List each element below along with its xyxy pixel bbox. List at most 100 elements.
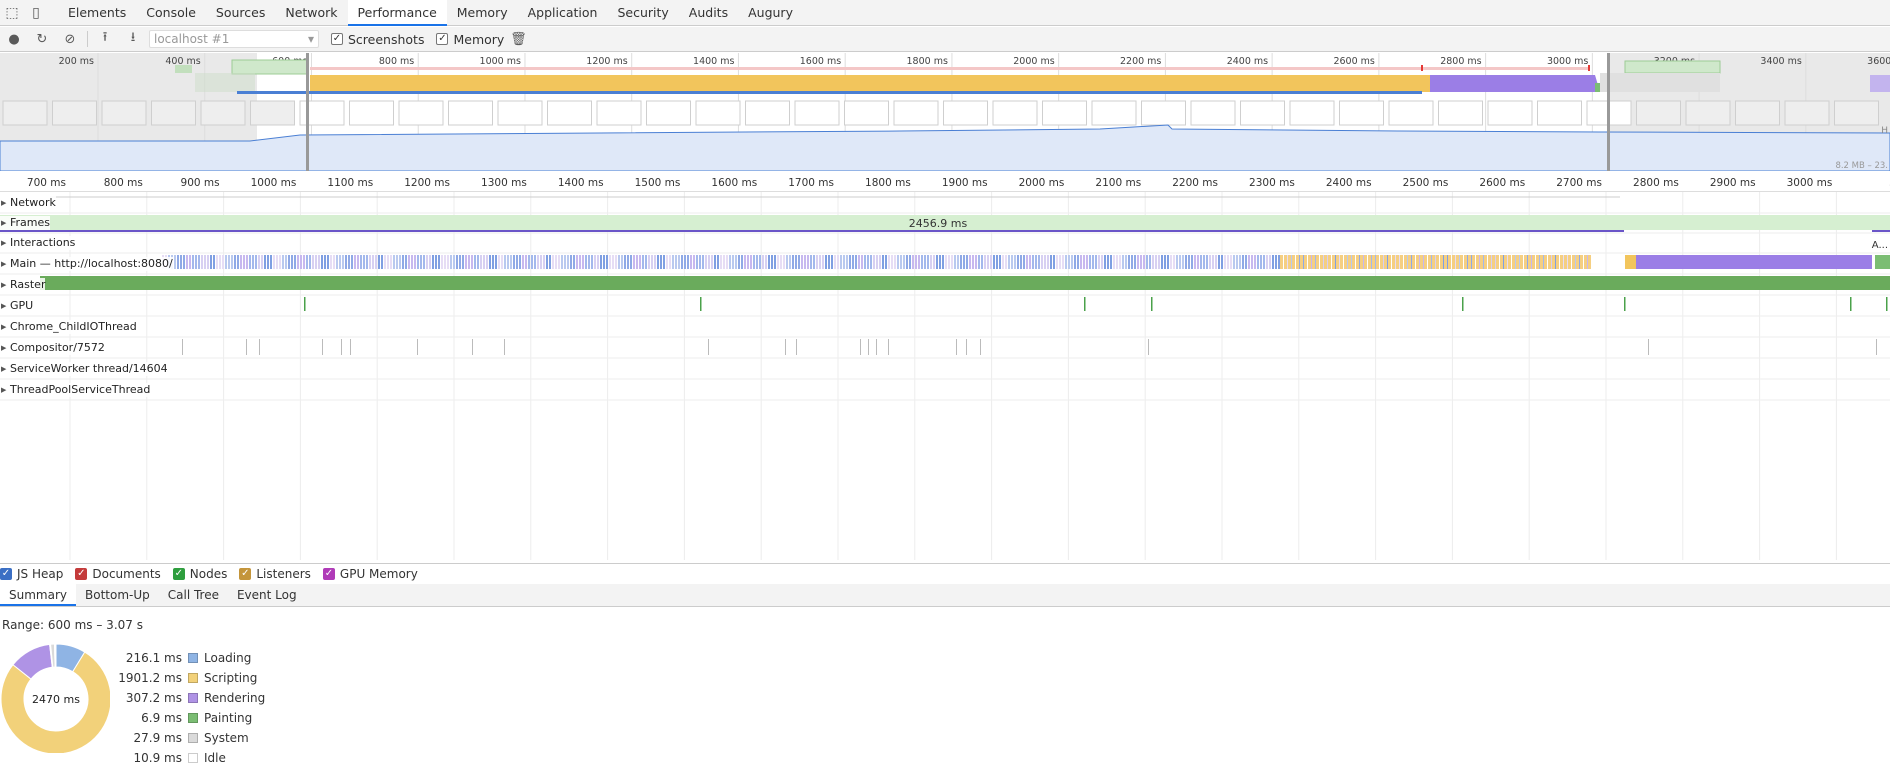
tab-sources[interactable]: Sources: [206, 0, 275, 26]
main-task-slice: [1236, 255, 1238, 269]
details-tab-call-tree[interactable]: Call Tree: [159, 584, 228, 606]
main-task-slice-late: [1556, 255, 1559, 269]
main-task-slice-late: [1344, 255, 1347, 269]
main-task-slice: [321, 255, 323, 269]
main-task-slice: [549, 255, 551, 269]
main-task-slice: [405, 255, 407, 269]
checkmark-icon: ✓: [172, 567, 185, 580]
main-task-slice-late: [1580, 255, 1583, 269]
main-task-slice: [327, 255, 329, 269]
main-task-slice: [1137, 255, 1139, 269]
tab-application[interactable]: Application: [518, 0, 608, 26]
screenshots-checkbox[interactable]: ✓ Screenshots: [331, 32, 424, 47]
track-frames[interactable]: Frames: [0, 216, 51, 230]
main-task-slice: [318, 255, 320, 269]
track-compositor[interactable]: Compositor/7572: [0, 341, 105, 355]
main-task-slice-late: [1488, 255, 1491, 269]
flamechart-tracks[interactable]: 2456.9 ms A... Network Frames Interaction…: [0, 193, 1890, 560]
target-select[interactable]: localhost #1 ▾: [149, 30, 319, 48]
main-task-slice: [441, 255, 443, 269]
legend-swatch: [188, 653, 198, 663]
gpu-task: [1624, 297, 1626, 311]
track-threadpool[interactable]: ThreadPoolServiceThread: [0, 383, 151, 397]
overview-cpu-rendering: [1430, 75, 1600, 92]
main-task-slice: [804, 255, 806, 269]
tab-audits[interactable]: Audits: [679, 0, 738, 26]
checkmark-icon: ✓: [322, 567, 335, 580]
main-task-slice-late: [1368, 255, 1371, 269]
tab-memory[interactable]: Memory: [447, 0, 518, 26]
track-main[interactable]: Main — http://localhost:8080/: [0, 257, 173, 271]
main-task-slice: [585, 255, 587, 269]
record-icon[interactable]: ●: [0, 27, 28, 52]
track-childio[interactable]: Chrome_ChildIOThread: [0, 320, 137, 334]
counter-gpu-memory[interactable]: ✓ GPU Memory: [322, 567, 418, 581]
counter-js-heap[interactable]: ✓ JS Heap: [0, 567, 63, 581]
main-task-slice: [846, 255, 848, 269]
main-task-slice: [813, 255, 815, 269]
reload-record-icon[interactable]: ↻: [28, 27, 56, 52]
tab-security[interactable]: Security: [607, 0, 678, 26]
trash-icon[interactable]: 🗑: [504, 27, 532, 52]
ruler-tick-label: 2400 ms: [1326, 177, 1372, 189]
overview-tick-label: 2200 ms: [1120, 56, 1161, 67]
main-task-slice: [993, 255, 995, 269]
ruler-tick-label: 3000 ms: [1787, 177, 1833, 189]
main-task-slice: [522, 255, 524, 269]
main-task-slice: [1245, 255, 1247, 269]
main-task-slice: [285, 255, 287, 269]
load-profile-icon[interactable]: ⭱: [91, 27, 119, 52]
track-gpu[interactable]: GPU: [0, 299, 34, 313]
memory-label: Memory: [453, 31, 505, 47]
toolbar-divider: [87, 31, 88, 47]
tab-network[interactable]: Network: [275, 0, 347, 26]
inspect-element-icon[interactable]: ⬚: [0, 0, 24, 26]
main-task-slice-late: [1480, 255, 1483, 269]
counter-documents[interactable]: ✓ Documents: [75, 567, 161, 581]
ruler-tick-label: 2000 ms: [1019, 177, 1065, 189]
counter-nodes[interactable]: ✓ Nodes: [172, 567, 227, 581]
details-tab-summary[interactable]: Summary: [0, 584, 76, 606]
legend-swatch: [188, 713, 198, 723]
overview-screenshot-thumb: [101, 100, 147, 126]
main-task-slice: [417, 255, 419, 269]
timeline-overview[interactable]: 200 ms400 ms600 ms800 ms1000 ms1200 ms14…: [0, 53, 1890, 171]
clear-icon[interactable]: ⊘: [56, 27, 84, 52]
details-tab-bottom-up[interactable]: Bottom-Up: [76, 584, 159, 606]
main-task-slice: [378, 255, 380, 269]
main-task-slice: [519, 255, 521, 269]
counter-listeners[interactable]: ✓ Listeners: [239, 567, 311, 581]
main-task-slice: [324, 255, 326, 269]
main-task-slice: [690, 255, 692, 269]
main-task-slice: [996, 255, 998, 269]
main-task-slice-late: [1524, 255, 1527, 269]
main-task-slice: [498, 255, 500, 269]
main-task-slice: [453, 255, 455, 269]
track-serviceworker[interactable]: ServiceWorker thread/14604: [0, 362, 168, 376]
tab-augury[interactable]: Augury: [738, 0, 803, 26]
main-task-slice-late: [1584, 255, 1587, 269]
memory-checkbox[interactable]: ✓ Memory: [436, 32, 504, 47]
main-task-slice: [669, 255, 671, 269]
main-task-slice-late: [1364, 255, 1367, 269]
tab-performance[interactable]: Performance: [347, 0, 447, 26]
track-network[interactable]: Network: [0, 196, 56, 210]
raster-bar: [40, 276, 1890, 290]
tab-console[interactable]: Console: [136, 0, 206, 26]
donut-total-label: 2470 ms: [32, 693, 80, 706]
main-task-slice: [459, 255, 461, 269]
flamechart-canvas[interactable]: 2456.9 ms A...: [0, 193, 1890, 560]
save-profile-icon[interactable]: ⭳: [119, 27, 147, 52]
interactions-tail-label: A...: [1872, 240, 1888, 251]
device-toolbar-icon[interactable]: ▯: [24, 0, 48, 26]
track-raster[interactable]: Raster: [0, 278, 46, 292]
overview-canvas[interactable]: 200 ms400 ms600 ms800 ms1000 ms1200 ms14…: [0, 53, 1890, 171]
main-task-slice: [687, 255, 689, 269]
details-tab-event-log[interactable]: Event Log: [228, 584, 306, 606]
main-task-slice: [1260, 255, 1262, 269]
track-interactions[interactable]: Interactions: [0, 236, 76, 250]
ruler-tick-label: 700 ms: [27, 177, 66, 189]
main-task-slice: [636, 255, 638, 269]
tab-elements[interactable]: Elements: [58, 0, 136, 26]
main-task-slice: [375, 255, 377, 269]
